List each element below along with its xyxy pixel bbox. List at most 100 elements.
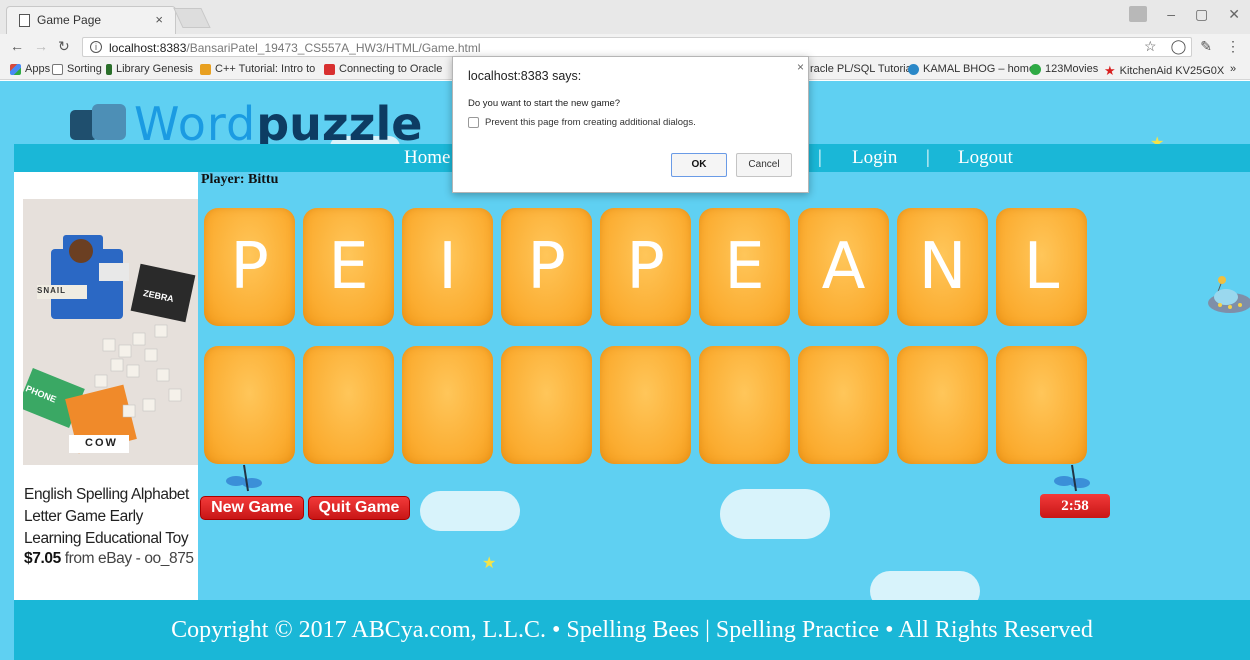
cancel-button[interactable]: Cancel	[736, 153, 792, 177]
sidebar-ad[interactable]: SNAIL ZEBRA PHONE COW English Spelling A…	[14, 172, 198, 600]
answer-slot[interactable]	[303, 346, 394, 464]
oracle-icon	[324, 63, 335, 75]
letter-tile[interactable]: L	[996, 208, 1087, 326]
letter-tile[interactable]: P	[600, 208, 691, 326]
ufo-icon	[1208, 276, 1250, 313]
address-bar[interactable]: i localhost:8383/BansariPatel_19473_CS55…	[82, 37, 1192, 57]
bookmark-library-genesis[interactable]: Library Genesis	[106, 63, 193, 75]
close-window-icon[interactable]: ✕	[1228, 6, 1240, 23]
answer-slot[interactable]	[402, 346, 493, 464]
bookmark-label: racle PL/SQL Tutoria	[810, 63, 912, 75]
bookmark-label: Connecting to Oracle	[339, 63, 443, 75]
profile-icon[interactable]	[1129, 6, 1148, 22]
bookmark-label: C++ Tutorial: Intro to	[215, 63, 316, 75]
footer-copyright: Copyright © 2017 ABCya.com, L.L.C. • Spe…	[14, 600, 1250, 660]
star-icon: ★	[482, 555, 497, 572]
letter-tile-char: I	[438, 230, 457, 304]
nav-separator: |	[926, 147, 930, 168]
bookmark-apps[interactable]: Apps	[10, 63, 50, 75]
apps-icon	[10, 63, 21, 75]
quit-game-button[interactable]: Quit Game	[308, 496, 410, 520]
letter-tile-char: E	[328, 230, 369, 304]
answer-slot[interactable]	[996, 346, 1087, 464]
bookmark-kitchenaid[interactable]: ★ KitchenAid KV25G0X	[1104, 63, 1224, 79]
dragonfly-icon	[1054, 464, 1090, 492]
ad-image-word: COW	[85, 437, 118, 449]
new-game-button[interactable]: New Game	[200, 496, 304, 520]
tab-close-icon[interactable]: ×	[155, 12, 163, 27]
nav-login[interactable]: Login	[852, 147, 897, 169]
dialog-message: Do you want to start the new game?	[468, 98, 621, 109]
tab-title: Game Page	[37, 13, 102, 27]
forward-arrow-icon[interactable]: →	[34, 38, 48, 54]
letter-tile-char: N	[918, 230, 967, 304]
library-icon	[106, 63, 112, 75]
more-bookmarks[interactable]: »	[1230, 63, 1236, 75]
confirm-dialog: × localhost:8383 says: Do you want to st…	[452, 56, 809, 193]
bookmark-123movies[interactable]: 123Movies	[1030, 63, 1098, 75]
bookmark-cpp-tutorial[interactable]: C++ Tutorial: Intro to	[200, 63, 315, 75]
letter-tile[interactable]: I	[402, 208, 493, 326]
letter-tile[interactable]: E	[699, 208, 790, 326]
url-host: localhost:8383	[109, 41, 187, 55]
puzzle-logo-icon	[70, 104, 134, 144]
letter-tile-char: P	[626, 230, 665, 304]
logo-word-2: puzzle	[256, 97, 423, 151]
menu-dots-icon[interactable]: ⋮	[1226, 38, 1240, 55]
letter-tile[interactable]: E	[303, 208, 394, 326]
ad-price[interactable]: $7.05 from eBay - oo_875	[24, 550, 194, 568]
cpp-icon	[200, 63, 211, 75]
letter-tile[interactable]: N	[897, 208, 988, 326]
extension-icon[interactable]: ◯	[1171, 38, 1187, 55]
bookmark-plsql[interactable]: racle PL/SQL Tutoria	[810, 63, 912, 75]
toolbar-right: ☆ ◯ ✎ ⋮	[1144, 38, 1240, 55]
browser-tab[interactable]: Game Page ×	[6, 6, 176, 34]
ok-button[interactable]: OK	[671, 153, 727, 177]
logo-word-1: Word	[134, 97, 257, 151]
answer-slot[interactable]	[699, 346, 790, 464]
ad-title[interactable]: English Spelling Alphabet Letter Game Ea…	[24, 484, 196, 550]
letter-tile[interactable]: P	[204, 208, 295, 326]
bookmark-oracle[interactable]: Connecting to Oracle	[324, 63, 442, 75]
bookmark-label: Apps	[25, 63, 51, 75]
nav-logout[interactable]: Logout	[958, 147, 1013, 169]
answer-slot[interactable]	[798, 346, 889, 464]
ad-product-image[interactable]: SNAIL ZEBRA PHONE COW	[23, 199, 198, 465]
answer-slot[interactable]	[600, 346, 691, 464]
letter-tile[interactable]: A	[798, 208, 889, 326]
answer-slot[interactable]	[501, 346, 592, 464]
bookmark-sorting[interactable]: Sorting	[52, 63, 102, 75]
back-arrow-icon[interactable]: ←	[10, 38, 24, 54]
ad-seller: from eBay - oo_875	[60, 550, 194, 567]
maximize-icon[interactable]: ▢	[1195, 6, 1208, 23]
nav-separator: |	[818, 147, 822, 168]
checkbox-label: Prevent this page from creating addition…	[485, 117, 696, 128]
minimize-icon[interactable]: –	[1167, 6, 1175, 23]
dialog-title: localhost:8383 says:	[468, 69, 582, 83]
letter-tile-char: A	[821, 230, 866, 304]
extension-icon-2[interactable]: ✎	[1200, 38, 1212, 55]
info-icon[interactable]: i	[90, 41, 102, 53]
nav-home[interactable]: Home	[404, 147, 450, 169]
browser-tab-bar: Game Page × – ▢ ✕	[0, 0, 1250, 34]
bookmark-label: Library Genesis	[116, 63, 194, 75]
letter-tile-char: E	[724, 230, 765, 304]
answer-slot[interactable]	[204, 346, 295, 464]
answer-slot[interactable]	[897, 346, 988, 464]
page-icon	[52, 63, 63, 75]
dialog-close-icon[interactable]: ×	[797, 60, 804, 74]
wordpuzzle-logo[interactable]: Word puzzle	[70, 97, 423, 151]
letter-tile[interactable]: P	[501, 208, 592, 326]
reload-icon[interactable]: ↻	[58, 38, 70, 55]
checkbox-box[interactable]	[468, 117, 479, 128]
new-tab-button[interactable]	[173, 8, 211, 28]
prevent-dialogs-checkbox[interactable]: Prevent this page from creating addition…	[468, 117, 696, 128]
dragonfly-icon	[226, 464, 262, 492]
ad-price-value: $7.05	[24, 550, 61, 567]
star-icon: ★	[1104, 63, 1116, 78]
bookmark-star-icon[interactable]: ☆	[1144, 38, 1157, 55]
cloud-decoration	[420, 491, 520, 531]
wordpress-icon	[908, 63, 919, 75]
url-path: /BansariPatel_19473_CS557A_HW3/HTML/Game…	[186, 41, 481, 55]
bookmark-kamal-bhog[interactable]: KAMAL BHOG – home	[908, 63, 1035, 75]
